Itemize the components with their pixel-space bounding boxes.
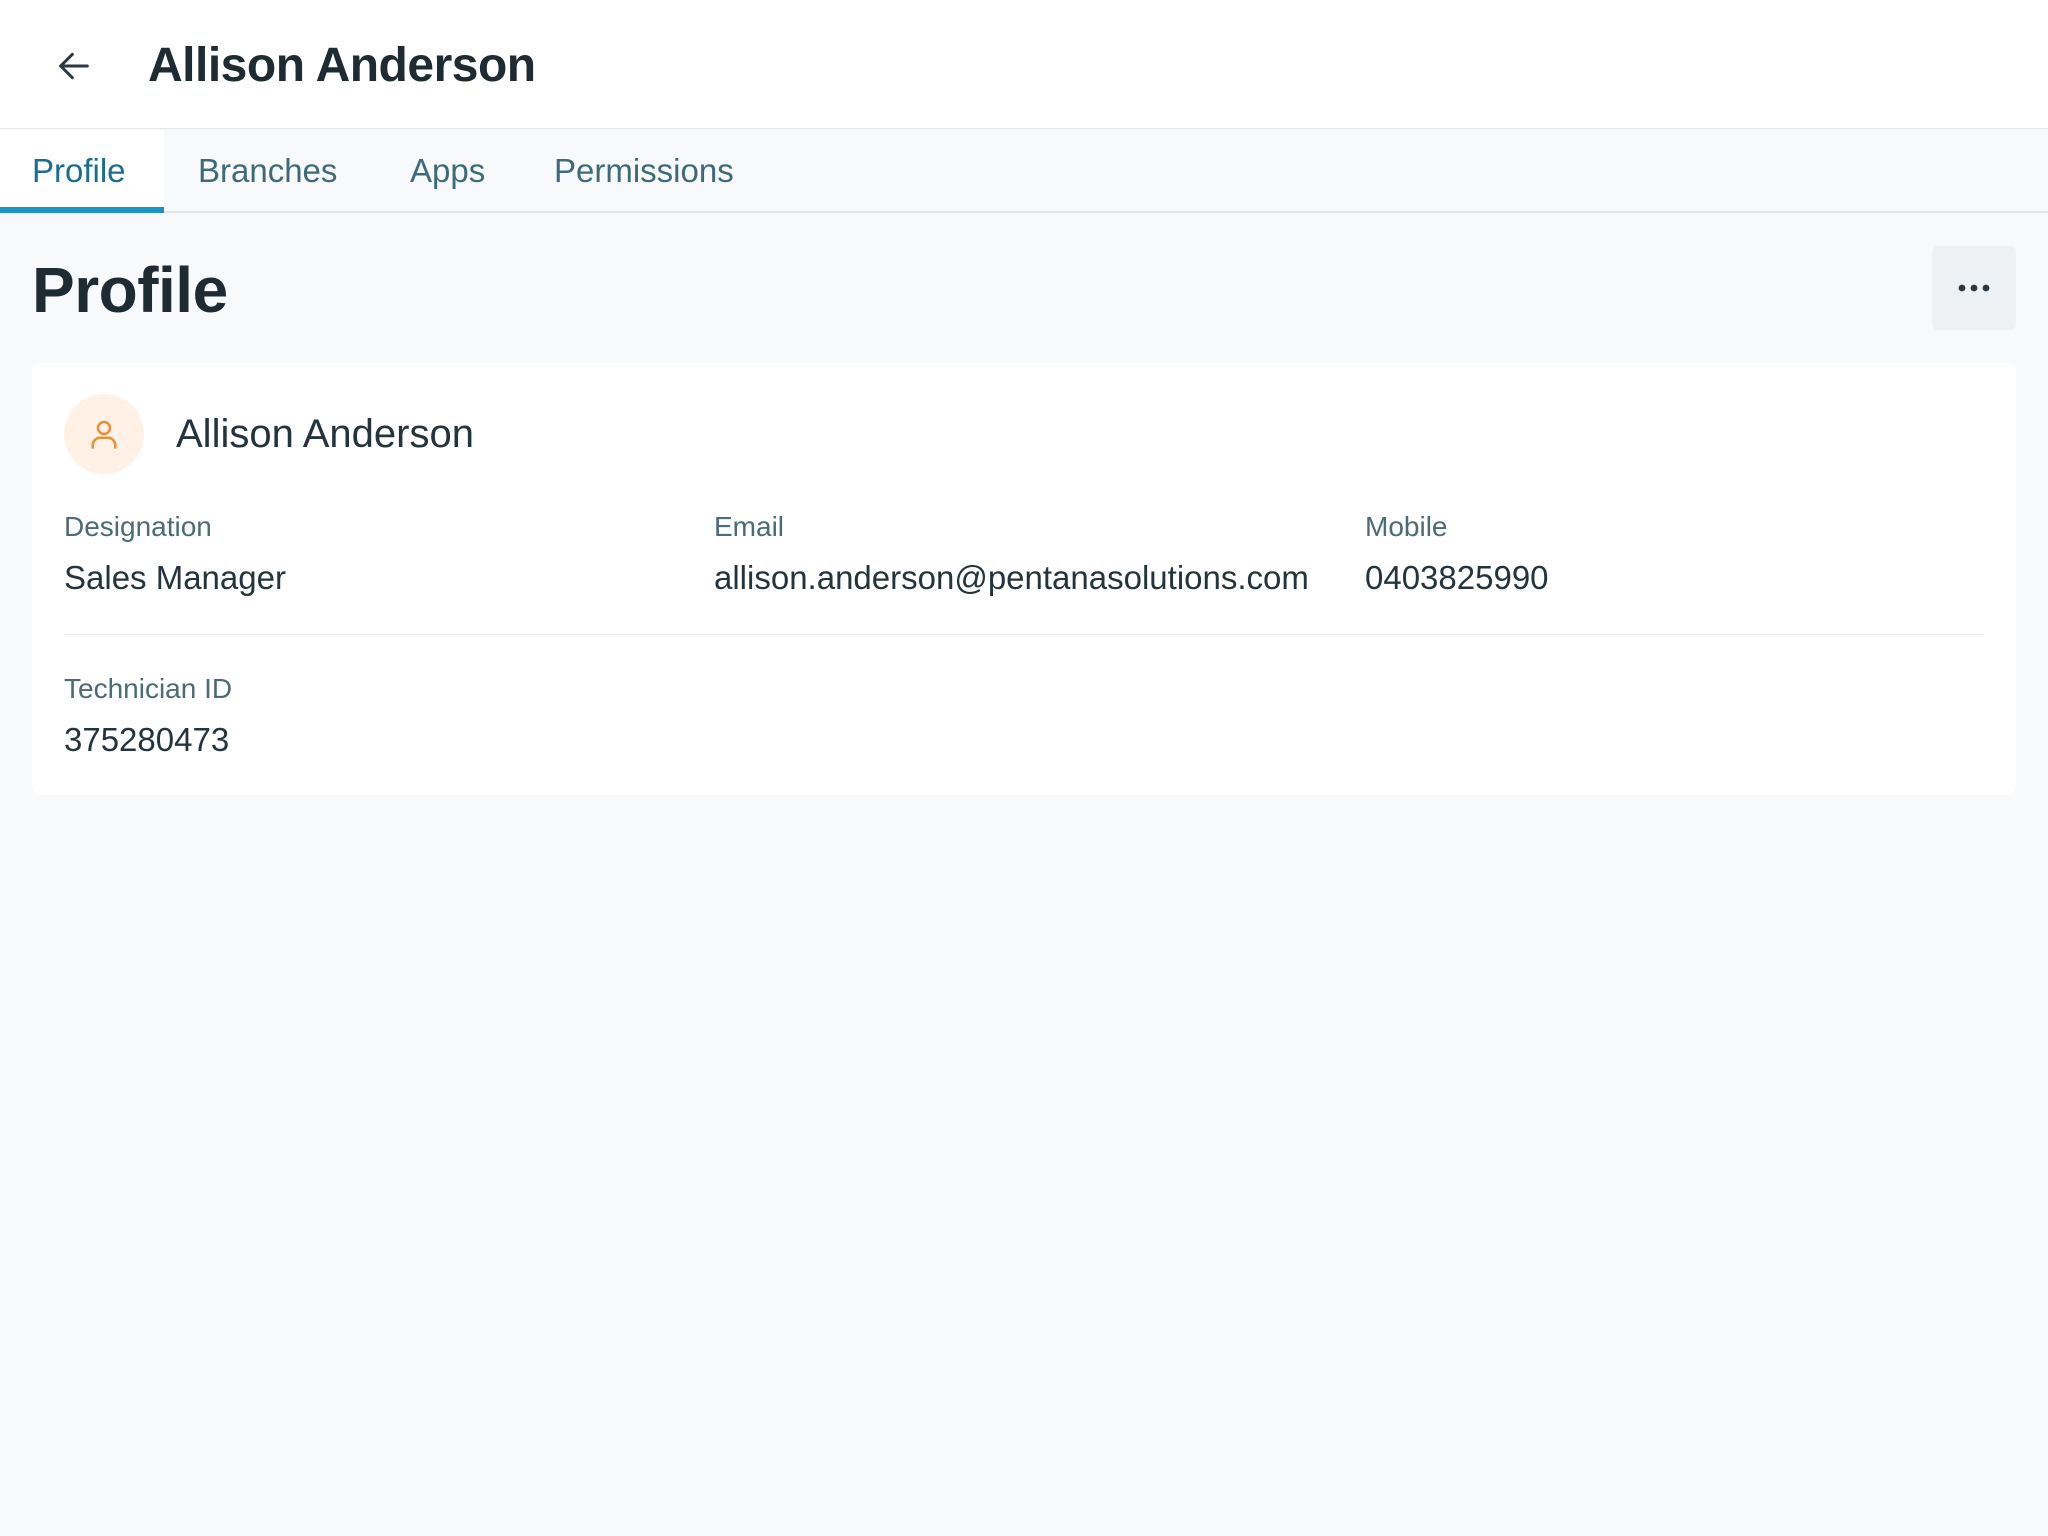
tab-permissions[interactable]: Permissions (554, 130, 734, 211)
mobile-value: 0403825990 (1365, 559, 1549, 596)
technician-id-label: Technician ID (64, 673, 233, 704)
app-header: Allison Anderson (0, 0, 2048, 129)
tab-apps-label: Apps (410, 152, 486, 189)
profile-card: Allison Anderson Designation Sales Manag… (32, 363, 2016, 795)
card-divider (64, 634, 1984, 635)
tab-permissions-label: Permissions (554, 152, 734, 189)
more-options-button[interactable] (1932, 246, 2016, 330)
active-tab-indicator (0, 207, 164, 213)
avatar (64, 394, 144, 474)
tab-profile[interactable]: Profile (0, 130, 164, 213)
tab-apps[interactable]: Apps (410, 130, 485, 211)
more-horizontal-icon (1958, 284, 1990, 292)
back-button[interactable] (42, 34, 106, 98)
arrow-left-icon (59, 52, 89, 80)
tab-branches[interactable]: Branches (198, 130, 337, 211)
designation-label: Designation (64, 511, 212, 542)
page-title: Profile (32, 254, 228, 326)
email-label: Email (714, 511, 785, 542)
designation-value: Sales Manager (64, 559, 286, 596)
technician-id-value: 375280473 (64, 721, 230, 758)
mobile-label: Mobile (1365, 511, 1448, 542)
email-value: allison.anderson@pentanasolutions.com (714, 559, 1309, 596)
profile-name: Allison Anderson (176, 412, 474, 456)
user-icon (91, 420, 117, 449)
tab-profile-label: Profile (32, 152, 126, 189)
tab-branches-label: Branches (198, 152, 338, 189)
header-title: Allison Anderson (148, 39, 536, 92)
tab-bar: Profile Branches Apps Permissions (0, 130, 2048, 213)
